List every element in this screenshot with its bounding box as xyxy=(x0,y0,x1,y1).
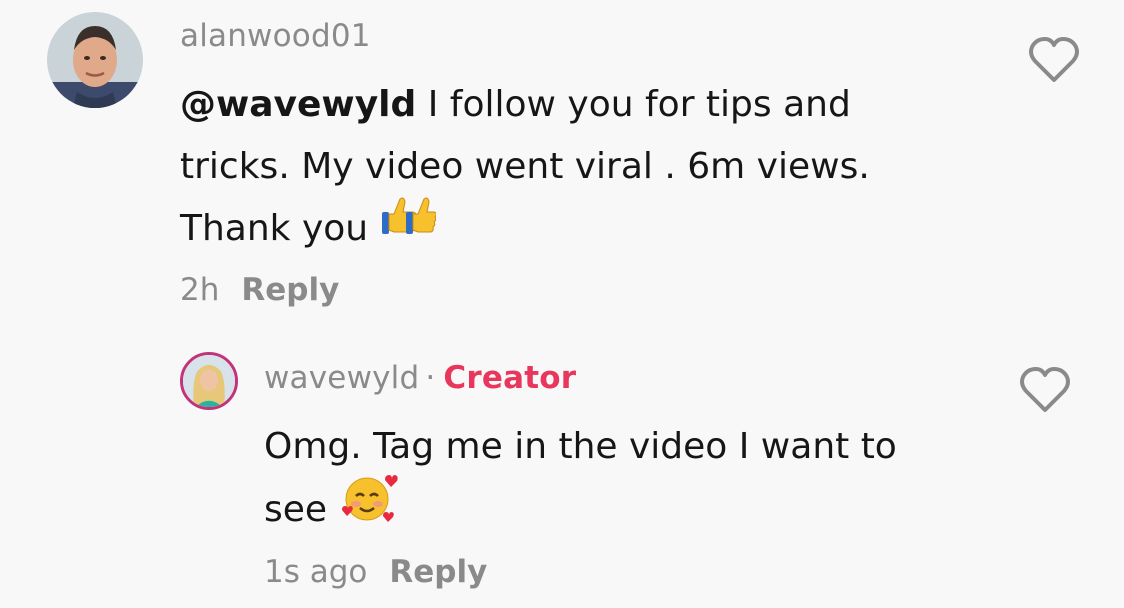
thumbs-up-emoji xyxy=(380,194,437,258)
separator-dot: · xyxy=(425,360,436,396)
mention-link[interactable]: @wavewyld xyxy=(180,84,416,125)
avatar[interactable] xyxy=(47,12,143,108)
comment-meta: 2h Reply xyxy=(180,272,339,308)
comment-item: alanwood01 @wavewyld I follow you for ti… xyxy=(0,0,1124,330)
comment-text: @wavewyld I follow you for tips and tric… xyxy=(180,74,960,260)
comment-text: Omg. Tag me in the video I want to see xyxy=(264,416,1004,544)
reply-comment-item: wavewyld · Creator Omg. Tag me in the vide… xyxy=(0,340,1124,608)
comment-time: 2h xyxy=(180,272,220,308)
reply-button[interactable]: Reply xyxy=(389,554,487,590)
comment-username[interactable]: alanwood01 xyxy=(180,18,371,54)
creator-avatar[interactable] xyxy=(180,352,238,410)
smiling-face-with-hearts-emoji xyxy=(339,470,399,544)
comment-meta: 1s ago Reply xyxy=(264,554,487,590)
creator-badge: Creator xyxy=(443,360,577,396)
comment-time: 1s ago xyxy=(264,554,368,590)
heart-outline-icon[interactable] xyxy=(1018,365,1072,415)
comment-username[interactable]: wavewyld · Creator xyxy=(264,360,576,396)
heart-outline-icon[interactable] xyxy=(1027,35,1081,85)
comments-panel: alanwood01 @wavewyld I follow you for ti… xyxy=(0,0,1124,608)
reply-button[interactable]: Reply xyxy=(241,272,339,308)
